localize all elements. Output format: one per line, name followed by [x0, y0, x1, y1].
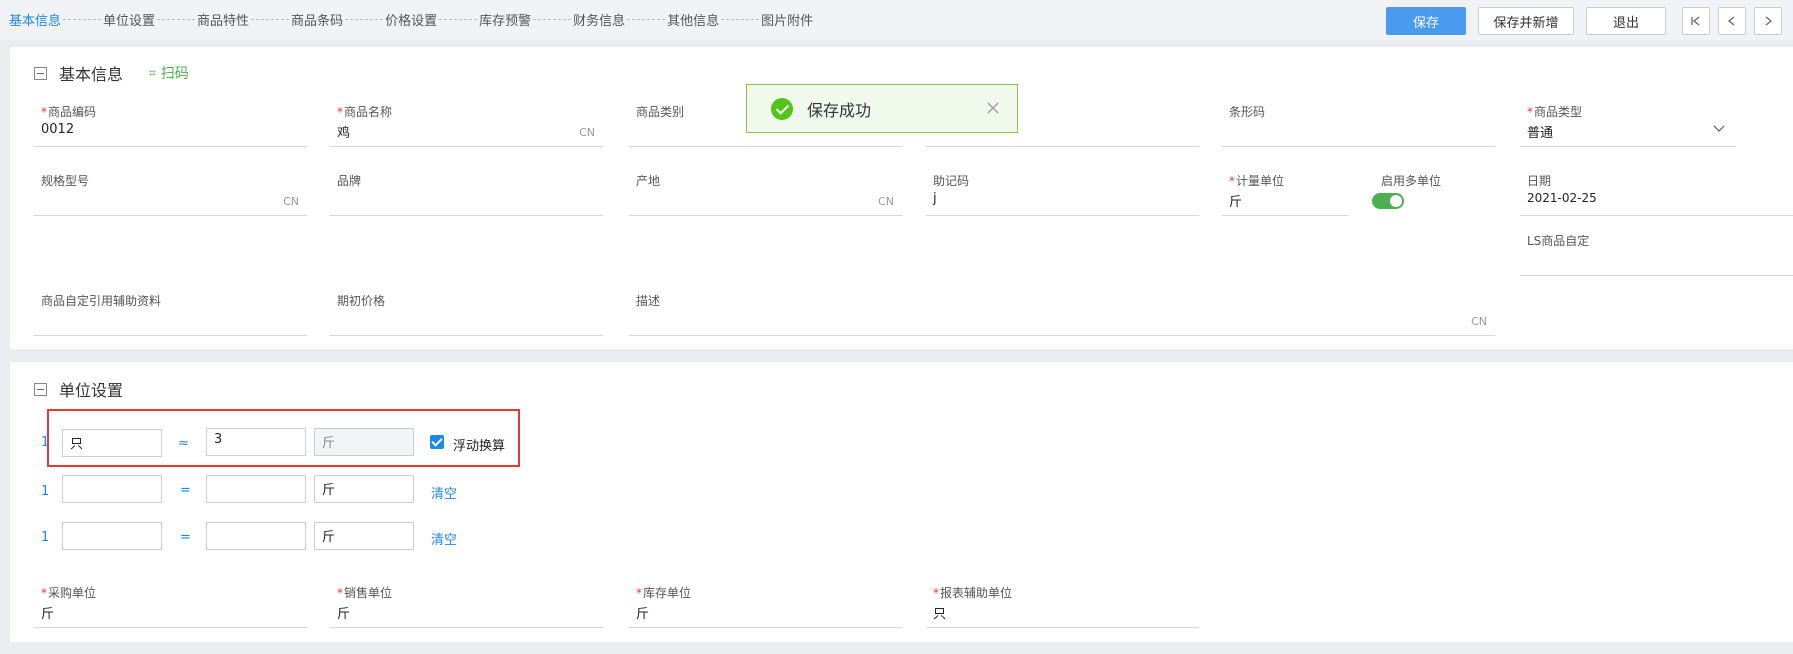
- tab-divider: [533, 19, 572, 20]
- aux-unit-input[interactable]: [62, 522, 162, 550]
- base-unit-display: 斤: [314, 428, 414, 456]
- language-badge: CN: [1471, 315, 1487, 328]
- barcode-field[interactable]: 条形码: [1222, 103, 1495, 147]
- collapse-icon[interactable]: [34, 382, 47, 396]
- aux-unit-input[interactable]: [62, 475, 162, 503]
- origin-field[interactable]: 产地 CN: [629, 172, 902, 216]
- tab-unit-settings[interactable]: 单位设置: [103, 10, 155, 29]
- unit-one-label: 1: [41, 530, 50, 545]
- tab-image-attachments[interactable]: 图片附件: [761, 10, 813, 29]
- approx-sign: ≈: [178, 436, 189, 451]
- tab-divider: [157, 19, 196, 20]
- conversion-qty-input[interactable]: [206, 475, 306, 503]
- scan-icon: ⌗: [149, 65, 156, 80]
- report-aux-unit-value: 只: [933, 607, 947, 622]
- unit-settings-header: 单位设置: [34, 377, 123, 401]
- product-name-field[interactable]: *商品名称 鸡 CN: [330, 103, 603, 147]
- equals-sign: =: [180, 530, 191, 545]
- sales-unit-value: 斤: [337, 607, 351, 622]
- date-value: 2021-02-25: [1527, 191, 1597, 205]
- success-toast: 保存成功: [746, 84, 1018, 133]
- report-aux-unit-field[interactable]: *报表辅助单位 只: [926, 584, 1199, 628]
- tab-other-info[interactable]: 其他信息: [667, 10, 719, 29]
- measure-unit-value: 斤: [1229, 195, 1243, 210]
- tab-product-features[interactable]: 商品特性: [197, 10, 249, 29]
- exit-button[interactable]: 退出: [1586, 7, 1666, 35]
- conversion-qty-input[interactable]: 3: [206, 428, 306, 456]
- tab-divider: [251, 19, 290, 20]
- toast-message: 保存成功: [807, 100, 872, 120]
- clear-link[interactable]: 清空: [431, 483, 457, 502]
- product-code-value: 0012: [41, 122, 75, 137]
- next-record-button[interactable]: [1754, 7, 1782, 35]
- date-field[interactable]: 日期 2021-02-25: [1520, 172, 1793, 216]
- sales-unit-field[interactable]: *销售单位 斤: [330, 584, 603, 628]
- multi-unit-toggle[interactable]: [1372, 193, 1404, 209]
- unit-one-label: 1: [41, 435, 50, 450]
- scan-button[interactable]: ⌗ 扫码: [149, 63, 189, 83]
- tab-product-barcode[interactable]: 商品条码: [291, 10, 343, 29]
- equals-sign: =: [180, 483, 191, 498]
- ls-custom-field[interactable]: LS商品自定: [1520, 232, 1793, 276]
- float-conversion-checkbox[interactable]: [430, 435, 444, 449]
- product-code-field[interactable]: *商品编码 0012: [34, 103, 307, 147]
- language-badge: CN: [283, 195, 299, 208]
- description-field[interactable]: 描述 CN: [629, 292, 1495, 336]
- unit-settings-panel: 单位设置 1 只 ≈ 3 斤 浮动换算 1 = 斤 清空 1 = 斤 清空 *采…: [10, 362, 1793, 642]
- section-title: 基本信息: [59, 65, 124, 84]
- tab-divider: [627, 19, 666, 20]
- chevron-down-icon: [1713, 125, 1725, 132]
- first-page-icon: [1691, 16, 1700, 26]
- float-conversion-label: 浮动换算: [453, 439, 506, 454]
- product-type-select[interactable]: *商品类型 普通: [1520, 103, 1736, 147]
- section-title: 单位设置: [59, 381, 124, 400]
- chevron-left-icon: [1727, 16, 1735, 26]
- section-tabs: 基本信息 单位设置 商品特性 商品条码 价格设置 库存预警 财务信息 其他信息 …: [9, 10, 813, 29]
- tab-basic-info[interactable]: 基本信息: [9, 10, 61, 29]
- custom-ref-field[interactable]: 商品自定引用辅助资料: [34, 292, 307, 336]
- purchase-unit-value: 斤: [41, 607, 55, 622]
- stock-unit-value: 斤: [636, 607, 650, 622]
- scan-label: 扫码: [160, 66, 189, 82]
- tab-divider: [721, 19, 760, 20]
- purchase-unit-field[interactable]: *采购单位 斤: [34, 584, 307, 628]
- unit-one-label: 1: [41, 484, 50, 499]
- aux-unit-input[interactable]: 只: [62, 429, 162, 457]
- stock-unit-field[interactable]: *库存单位 斤: [629, 584, 902, 628]
- tab-divider: [439, 19, 478, 20]
- conversion-qty-input[interactable]: [206, 522, 306, 550]
- product-type-value: 普通: [1527, 126, 1554, 141]
- base-unit-input[interactable]: 斤: [314, 522, 414, 550]
- save-button[interactable]: 保存: [1386, 7, 1466, 35]
- tab-divider: [345, 19, 384, 20]
- top-bar: 基本信息 单位设置 商品特性 商品条码 价格设置 库存预警 财务信息 其他信息 …: [0, 0, 1793, 40]
- tab-finance-info[interactable]: 财务信息: [573, 10, 625, 29]
- measure-unit-field[interactable]: *计量单位 斤: [1222, 172, 1348, 216]
- close-icon[interactable]: [985, 100, 1001, 116]
- mnemonic-code-value: j: [933, 191, 937, 206]
- tab-stock-alert[interactable]: 库存预警: [479, 10, 531, 29]
- check-circle-icon: [771, 97, 793, 120]
- tab-price-settings[interactable]: 价格设置: [385, 10, 437, 29]
- tab-divider: [63, 19, 102, 20]
- spec-model-field[interactable]: 规格型号 CN: [34, 172, 307, 216]
- product-name-value: 鸡: [337, 126, 351, 141]
- language-badge: CN: [579, 126, 595, 139]
- basic-info-header: 基本信息 ⌗ 扫码: [34, 61, 189, 85]
- brand-field[interactable]: 品牌: [330, 172, 603, 216]
- multi-unit-label: 启用多单位: [1381, 174, 1442, 188]
- prev-record-button[interactable]: [1718, 7, 1746, 35]
- collapse-icon[interactable]: [34, 66, 47, 80]
- mnemonic-code-field[interactable]: 助记码 j: [926, 172, 1199, 216]
- chevron-right-icon: [1765, 16, 1773, 26]
- first-record-button[interactable]: [1682, 7, 1710, 35]
- clear-link[interactable]: 清空: [431, 529, 457, 548]
- initial-price-field[interactable]: 期初价格: [330, 292, 603, 336]
- base-unit-input[interactable]: 斤: [314, 475, 414, 503]
- language-badge: CN: [878, 195, 894, 208]
- save-and-new-button[interactable]: 保存并新增: [1478, 7, 1574, 35]
